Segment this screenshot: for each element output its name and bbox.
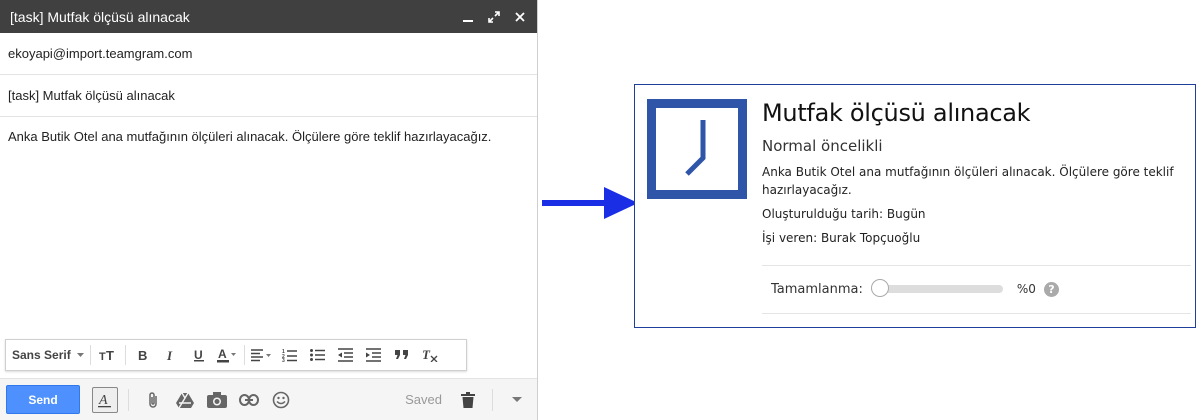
action-divider: [128, 388, 129, 411]
svg-text:T: T: [99, 351, 106, 362]
formatting-options-icon[interactable]: A: [92, 386, 118, 413]
close-icon[interactable]: [513, 10, 527, 24]
subject-field[interactable]: [task] Mutfak ölçüsü alınacak: [0, 75, 537, 117]
progress-slider-handle[interactable]: [870, 279, 889, 297]
font-name: Sans Serif: [12, 348, 71, 362]
indent-less-icon[interactable]: [335, 344, 357, 366]
svg-text:I: I: [166, 348, 173, 362]
chevron-down-icon: [76, 352, 84, 357]
trash-icon[interactable]: [454, 386, 482, 414]
to-field[interactable]: ekoyapi@import.teamgram.com: [0, 33, 537, 75]
remove-formatting-icon[interactable]: T: [419, 344, 441, 366]
arrow-right-icon: [542, 187, 638, 219]
emoji-icon[interactable]: [267, 386, 295, 414]
header-icons: [461, 10, 527, 24]
card-divider-bottom: [762, 313, 1191, 314]
italic-icon[interactable]: I: [160, 344, 182, 366]
progress-row: Tamamlanma: %0 ?: [771, 279, 1059, 299]
message-body[interactable]: Anka Butik Otel ana mutfağının ölçüleri …: [8, 128, 525, 146]
compose-window: [task] Mutfak ölçüsü alınacak ekoyapi@im…: [0, 0, 538, 420]
svg-text:A: A: [218, 347, 227, 361]
send-button[interactable]: Send: [6, 385, 80, 414]
svg-text:T: T: [106, 348, 114, 362]
help-icon[interactable]: ?: [1043, 281, 1059, 297]
progress-label: Tamamlanma:: [771, 281, 863, 297]
font-select[interactable]: Sans Serif: [12, 345, 91, 365]
more-options-icon[interactable]: [503, 386, 531, 414]
drive-icon[interactable]: [171, 386, 199, 414]
photo-icon[interactable]: [203, 386, 231, 414]
progress-value: %0: [1016, 282, 1036, 296]
svg-text:U: U: [194, 348, 203, 362]
compose-action-bar: Send A Saved: [0, 378, 537, 420]
quote-icon[interactable]: [391, 344, 413, 366]
subject-text: [task] Mutfak ölçüsü alınacak: [8, 88, 175, 103]
action-divider: [492, 388, 493, 411]
indent-more-icon[interactable]: [363, 344, 385, 366]
minimize-icon[interactable]: [461, 10, 475, 24]
toolbar-divider: [243, 345, 245, 365]
task-assigner: İşi veren: Burak Topçuoğlu: [762, 231, 921, 245]
expand-icon[interactable]: [487, 10, 501, 24]
numbered-list-icon[interactable]: 123: [279, 344, 301, 366]
card-divider-top: [762, 265, 1191, 266]
attach-icon[interactable]: [139, 386, 167, 414]
saved-status: Saved: [405, 392, 442, 407]
compose-header[interactable]: [task] Mutfak ölçüsü alınacak: [0, 0, 537, 33]
bold-icon[interactable]: B: [132, 344, 154, 366]
toolbar-divider: [124, 345, 126, 365]
task-card: Mutfak ölçüsü alınacak Normal öncelikli …: [634, 84, 1196, 328]
text-size-icon[interactable]: TT: [97, 344, 119, 366]
svg-text:B: B: [138, 348, 147, 362]
svg-text:3: 3: [282, 358, 285, 362]
task-description: Anka Butik Otel ana mutfağının ölçüleri …: [762, 165, 1174, 197]
task-priority: Normal öncelikli: [762, 137, 883, 155]
align-icon[interactable]: [250, 344, 273, 366]
formatting-toolbar: Sans Serif TT B I U A 123 T: [5, 339, 467, 371]
task-title: Mutfak ölçüsü alınacak: [762, 99, 1031, 127]
underline-icon[interactable]: U: [188, 344, 210, 366]
svg-text:A: A: [98, 393, 108, 408]
compose-title: [task] Mutfak ölçüsü alınacak: [10, 8, 190, 25]
clock-icon: [647, 99, 747, 199]
text-color-icon[interactable]: A: [216, 344, 238, 366]
task-created-date: Oluşturulduğu tarih: Bugün: [762, 207, 926, 221]
link-icon[interactable]: [235, 386, 263, 414]
bulleted-list-icon[interactable]: [307, 344, 329, 366]
to-address: ekoyapi@import.teamgram.com: [8, 46, 193, 61]
svg-text:T: T: [422, 348, 431, 362]
progress-slider[interactable]: [870, 279, 1003, 297]
